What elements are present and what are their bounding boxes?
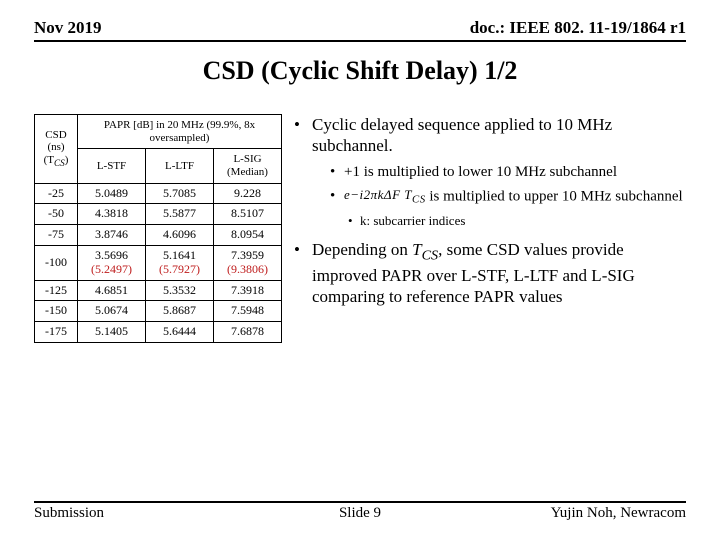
bullet-1b: e−i2πkΔF TCS is multiplied to upper 10 M… <box>330 187 686 207</box>
table-row: -1003.5696(5.2497)5.1641(5.7927)7.3959(9… <box>35 245 282 280</box>
bullet-1-subsublist: k: subcarrier indices <box>348 213 686 229</box>
exponential-expr: e−i2πkΔF TCS <box>344 187 426 207</box>
bullet-1-text: Cyclic delayed sequence applied to 10 MH… <box>312 115 612 155</box>
cell-lsig: 7.3959(9.3806) <box>213 245 281 280</box>
header-bar: Nov 2019 doc.: IEEE 802. 11-19/1864 r1 <box>34 18 686 42</box>
cell-lstf: 5.1405 <box>77 322 145 343</box>
table-row: -1505.06745.86877.5948 <box>35 301 282 322</box>
bullet-1-sublist: +1 is multiplied to lower 10 MHz subchan… <box>330 163 686 208</box>
cell-csd: -175 <box>35 322 78 343</box>
table-row: -255.04895.70859.228 <box>35 183 282 204</box>
col-csd-sub: CS <box>54 158 65 168</box>
cell-lltf: 5.7085 <box>145 183 213 204</box>
cell-lltf: 5.3532 <box>145 280 213 301</box>
header-date: Nov 2019 <box>34 18 102 38</box>
cell-lsig: 9.228 <box>213 183 281 204</box>
cell-lltf: 4.6096 <box>145 225 213 246</box>
table-header-top: CSD (ns) (TCS) PAPR [dB] in 20 MHz (99.9… <box>35 115 282 149</box>
cell-csd: -75 <box>35 225 78 246</box>
slide: Nov 2019 doc.: IEEE 802. 11-19/1864 r1 C… <box>0 0 720 540</box>
col-csd-paren: ) <box>65 154 69 166</box>
col-csd-line1: CSD (ns) <box>45 129 66 154</box>
col-csd-line2: (TCS) <box>44 154 69 166</box>
expr-sub: CS <box>412 194 426 206</box>
bullet-1a: +1 is multiplied to lower 10 MHz subchan… <box>330 163 686 182</box>
cell-lstf: 5.0674 <box>77 301 145 322</box>
col-csd-t: (T <box>44 154 54 166</box>
col-lsig-line2: (Median) <box>227 166 268 178</box>
cell-lstf: 5.0489 <box>77 183 145 204</box>
bullet-1b-tail: is multiplied to upper 10 MHz subchannel <box>426 189 683 205</box>
cell-lsig: 7.6878 <box>213 322 281 343</box>
col-lstf: L-STF <box>77 149 145 183</box>
expr-main: e−i2πkΔF T <box>344 187 412 202</box>
cell-lltf: 5.1641(5.7927) <box>145 245 213 280</box>
col-lltf: L-LTF <box>145 149 213 183</box>
bullet-list: Cyclic delayed sequence applied to 10 MH… <box>294 114 686 308</box>
bullet-2-Tletter: T <box>412 240 421 259</box>
bullet-1c: k: subcarrier indices <box>348 213 686 229</box>
table-row: -504.38185.58778.5107 <box>35 204 282 225</box>
bullet-2-T: TCS <box>412 240 438 259</box>
header-doc-id: doc.: IEEE 802. 11-19/1864 r1 <box>470 18 686 38</box>
cell-lstf: 4.3818 <box>77 204 145 225</box>
cell-lstf: 3.5696(5.2497) <box>77 245 145 280</box>
cell-csd: -150 <box>35 301 78 322</box>
cell-csd: -25 <box>35 183 78 204</box>
table-row: -1755.14055.64447.6878 <box>35 322 282 343</box>
bullet-area: Cyclic delayed sequence applied to 10 MH… <box>282 114 686 343</box>
cell-csd: -50 <box>35 204 78 225</box>
cell-lstf: 3.8746 <box>77 225 145 246</box>
table-row: -753.87464.60968.0954 <box>35 225 282 246</box>
cell-csd: -100 <box>35 245 78 280</box>
table-container: CSD (ns) (TCS) PAPR [dB] in 20 MHz (99.9… <box>34 114 282 343</box>
table-row: -1254.68515.35327.3918 <box>35 280 282 301</box>
content-body: CSD (ns) (TCS) PAPR [dB] in 20 MHz (99.9… <box>34 114 686 343</box>
table-body: -255.04895.70859.228-504.38185.58778.510… <box>35 183 282 342</box>
cell-lsig: 8.5107 <box>213 204 281 225</box>
footer-left: Submission <box>34 505 104 522</box>
bullet-2: Depending on TCS, some CSD values provid… <box>294 239 686 308</box>
bullet-1: Cyclic delayed sequence applied to 10 MH… <box>294 114 686 229</box>
cell-lltf: 5.8687 <box>145 301 213 322</box>
cell-lltf: 5.5877 <box>145 204 213 225</box>
cell-lltf: 5.6444 <box>145 322 213 343</box>
col-lsig-line1: L-SIG <box>233 153 261 165</box>
cell-lstf: 4.6851 <box>77 280 145 301</box>
cell-lsig: 7.5948 <box>213 301 281 322</box>
col-papr-group: PAPR [dB] in 20 MHz (99.9%, 8x oversampl… <box>77 115 281 149</box>
footer-bar: Submission Slide 9 Yujin Noh, Newracom <box>34 501 686 522</box>
bullet-2-pre: Depending on <box>312 240 412 259</box>
bullet-2-Tsub: CS <box>422 247 439 263</box>
cell-lsig: 7.3918 <box>213 280 281 301</box>
cell-lsig: 8.0954 <box>213 225 281 246</box>
footer-author: Yujin Noh, Newracom <box>551 505 686 522</box>
col-csd: CSD (ns) (TCS) <box>35 115 78 184</box>
page-title: CSD (Cyclic Shift Delay) 1/2 <box>34 56 686 86</box>
cell-csd: -125 <box>35 280 78 301</box>
col-lsig: L-SIG (Median) <box>213 149 281 183</box>
papr-table: CSD (ns) (TCS) PAPR [dB] in 20 MHz (99.9… <box>34 114 282 343</box>
